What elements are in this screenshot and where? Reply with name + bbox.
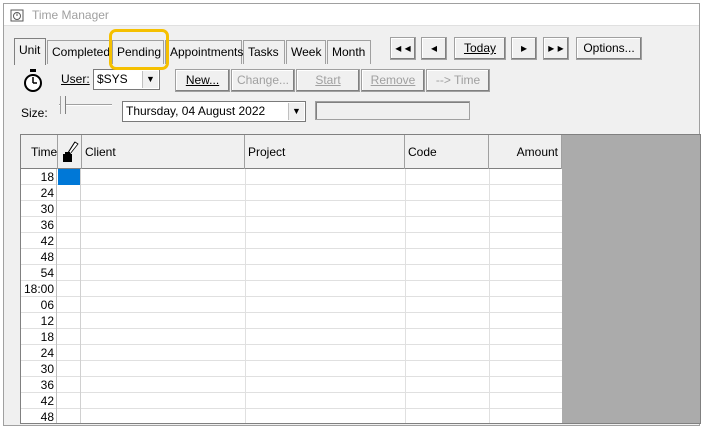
start-button[interactable]: Start xyxy=(296,69,360,92)
stopwatch-icon xyxy=(24,69,42,92)
time-cell: 12 xyxy=(21,313,57,329)
time-manager-window: Time Manager Unit Completed Pending Appo… xyxy=(3,3,701,426)
change-button[interactable]: Change... xyxy=(231,69,295,92)
new-label: New... xyxy=(185,73,220,87)
size-slider-thumb[interactable] xyxy=(60,96,66,114)
app-icon xyxy=(10,9,24,22)
table-row[interactable]: 30 xyxy=(21,361,562,377)
grid-header: Time Client Project Code Amount xyxy=(21,135,562,169)
table-row[interactable]: 18:00 xyxy=(21,281,562,297)
icon-cell[interactable] xyxy=(58,217,81,233)
header-client[interactable]: Client xyxy=(82,135,245,169)
icon-cell[interactable] xyxy=(58,185,81,201)
table-row[interactable]: 48 xyxy=(21,249,562,265)
table-row[interactable]: 36 xyxy=(21,217,562,233)
status-field xyxy=(315,101,470,120)
chevron-down-icon[interactable]: ▼ xyxy=(288,103,304,120)
time-cell: 24 xyxy=(21,185,57,201)
table-row[interactable]: 42 xyxy=(21,393,562,409)
time-cell: 18:00 xyxy=(21,281,57,297)
user-label: User: xyxy=(61,72,90,86)
tab-completed[interactable]: Completed xyxy=(47,40,111,64)
nav-next-button[interactable]: ▸ xyxy=(511,37,537,60)
today-button[interactable]: Today xyxy=(454,37,506,60)
chevron-down-icon[interactable]: ▼ xyxy=(142,71,158,88)
title-bar: Time Manager xyxy=(4,4,699,26)
inkwell-quill-icon xyxy=(63,141,79,162)
icon-cell[interactable] xyxy=(58,409,81,423)
entries-grid: Time Client Project Code Amount 18 24 30… xyxy=(21,135,562,423)
table-row[interactable]: 36 xyxy=(21,377,562,393)
tab-unit[interactable]: Unit xyxy=(14,38,46,65)
remove-button[interactable]: Remove xyxy=(361,69,425,92)
time-cell: 18 xyxy=(21,169,57,185)
table-row[interactable]: 30 xyxy=(21,201,562,217)
nav-last-button[interactable]: ▸ ▸ xyxy=(543,37,569,60)
nav-first-button[interactable]: ◂ ◂ xyxy=(390,37,416,60)
time-cell: 06 xyxy=(21,297,57,313)
size-slider-track[interactable] xyxy=(59,104,112,106)
tab-week[interactable]: Week xyxy=(286,40,326,64)
tab-tasks[interactable]: Tasks xyxy=(243,40,285,64)
date-select[interactable]: Thursday, 04 August 2022 ▼ xyxy=(122,101,306,122)
header-icon-cell[interactable] xyxy=(58,135,82,169)
icon-cell[interactable] xyxy=(58,393,81,409)
icon-cell[interactable] xyxy=(58,233,81,249)
window-title: Time Manager xyxy=(32,8,109,22)
time-cell: 42 xyxy=(21,393,57,409)
start-label: Start xyxy=(315,73,341,87)
icon-cell[interactable] xyxy=(58,281,81,297)
time-cell: 36 xyxy=(21,377,57,393)
tab-appointments[interactable]: Appointments xyxy=(165,40,243,64)
header-project[interactable]: Project xyxy=(245,135,405,169)
time-cell: 48 xyxy=(21,409,57,423)
new-button[interactable]: New... xyxy=(175,69,230,92)
options-button[interactable]: Options... xyxy=(576,37,642,60)
user-select-value: $SYS xyxy=(97,72,128,86)
icon-cell[interactable] xyxy=(58,345,81,361)
nav-prev-button[interactable]: ◂ xyxy=(421,37,447,60)
icon-cell[interactable] xyxy=(58,313,81,329)
time-cell: 30 xyxy=(21,361,57,377)
entries-grid-area: Time Client Project Code Amount 18 24 30… xyxy=(20,134,701,424)
icon-cell[interactable] xyxy=(58,377,81,393)
icon-cell[interactable] xyxy=(58,297,81,313)
icon-cell[interactable] xyxy=(58,361,81,377)
time-cell: 54 xyxy=(21,265,57,281)
table-row[interactable]: 24 xyxy=(21,185,562,201)
time-cell: 48 xyxy=(21,249,57,265)
date-select-value: Thursday, 04 August 2022 xyxy=(126,104,266,118)
table-row[interactable]: 06 xyxy=(21,297,562,313)
user-select[interactable]: $SYS ▼ xyxy=(93,69,160,90)
tab-month[interactable]: Month xyxy=(327,40,371,64)
icon-cell[interactable] xyxy=(58,201,81,217)
remove-label: Remove xyxy=(370,73,416,87)
selected-cell[interactable] xyxy=(58,169,81,185)
table-row[interactable]: 48 xyxy=(21,409,562,423)
icon-cell[interactable] xyxy=(58,265,81,281)
icon-cell[interactable] xyxy=(58,249,81,265)
table-row[interactable]: 12 xyxy=(21,313,562,329)
time-cell: 24 xyxy=(21,345,57,361)
header-amount[interactable]: Amount xyxy=(489,135,562,169)
time-cell: 36 xyxy=(21,217,57,233)
time-cell: 18 xyxy=(21,329,57,345)
header-code[interactable]: Code xyxy=(405,135,489,169)
tab-pending[interactable]: Pending xyxy=(112,40,164,64)
today-label: Today xyxy=(463,41,497,55)
header-time[interactable]: Time xyxy=(21,135,58,169)
size-label: Size: xyxy=(21,106,48,120)
table-row[interactable]: 42 xyxy=(21,233,562,249)
icon-cell[interactable] xyxy=(58,329,81,345)
table-row[interactable]: 18 xyxy=(21,329,562,345)
table-row[interactable]: 54 xyxy=(21,265,562,281)
time-cell: 30 xyxy=(21,201,57,217)
to-time-button[interactable]: --> Time xyxy=(426,69,490,92)
table-row[interactable]: 24 xyxy=(21,345,562,361)
time-cell: 42 xyxy=(21,233,57,249)
table-row[interactable]: 18 xyxy=(21,169,562,185)
